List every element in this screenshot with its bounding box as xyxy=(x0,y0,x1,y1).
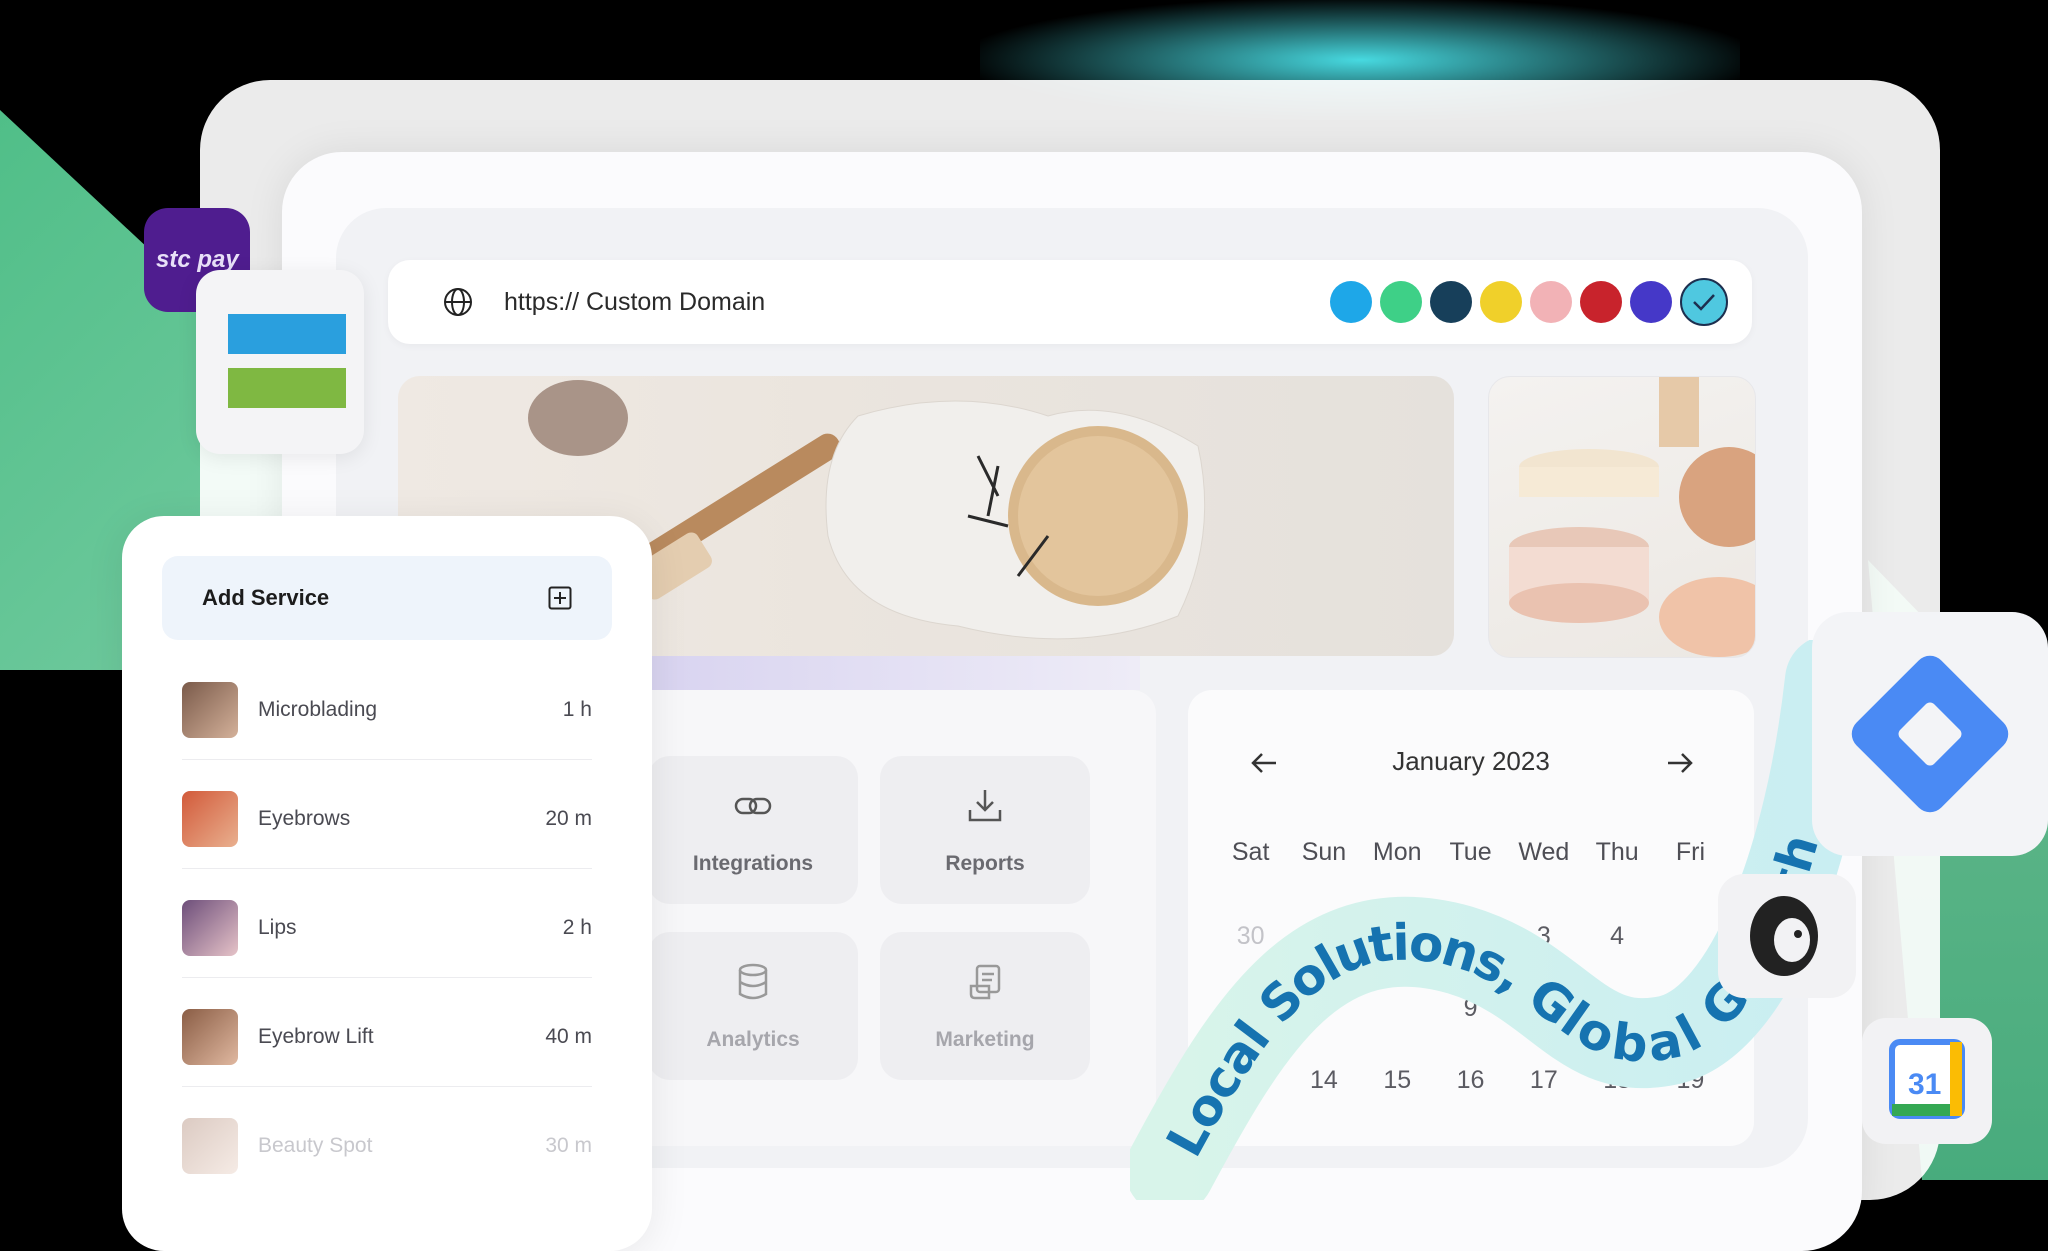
tile-label: Analytics xyxy=(706,1028,800,1051)
color-swatch[interactable] xyxy=(1480,281,1522,323)
color-swatch[interactable] xyxy=(1380,281,1422,323)
color-swatch[interactable] xyxy=(1330,281,1372,323)
add-service-header[interactable]: Add Service xyxy=(162,556,612,640)
domain-text[interactable]: https:// Custom Domain xyxy=(504,260,765,344)
tag-manager-icon xyxy=(1851,655,2009,813)
service-item[interactable]: Eyebrows 20 m xyxy=(182,759,592,869)
google-calendar-logo: 31 xyxy=(1862,1018,1992,1144)
mailchimp-icon xyxy=(1750,896,1818,976)
color-swatch-selected[interactable] xyxy=(1680,278,1728,326)
service-duration: 20 m xyxy=(545,807,592,830)
service-thumbnail xyxy=(182,682,238,738)
google-calendar-icon: 31 xyxy=(1889,1039,1965,1119)
logo-blue-bar xyxy=(228,314,346,354)
service-duration: 1 h xyxy=(562,698,592,721)
tag-manager-logo xyxy=(1812,612,2048,856)
service-name: Lips xyxy=(258,916,297,939)
add-square-icon[interactable] xyxy=(548,586,572,610)
payment-logo-card xyxy=(196,270,364,454)
color-swatches xyxy=(1330,278,1728,326)
service-name: Microblading xyxy=(258,698,378,721)
decorative-strip xyxy=(640,656,1140,690)
tile-label: Reports xyxy=(945,852,1025,875)
service-thumbnail xyxy=(182,900,238,956)
services-panel: Add Service Microblading 1 h Eyebrows 20… xyxy=(122,516,652,1251)
download-icon xyxy=(968,790,1002,822)
check-icon xyxy=(1693,294,1715,311)
marketing-tile[interactable]: Marketing xyxy=(880,932,1090,1080)
logo-green-bar xyxy=(228,368,346,408)
tile-label: Integrations xyxy=(692,852,814,875)
globe-icon xyxy=(444,288,472,316)
custom-domain-bar[interactable]: https:// Custom Domain xyxy=(388,260,1752,344)
service-item[interactable]: Lips 2 h xyxy=(182,868,592,978)
service-item[interactable]: Beauty Spot 30 m xyxy=(182,1086,592,1195)
color-swatch[interactable] xyxy=(1430,281,1472,323)
color-swatch[interactable] xyxy=(1580,281,1622,323)
analytics-tile[interactable]: Analytics xyxy=(648,932,858,1080)
reports-tile[interactable]: Reports xyxy=(880,756,1090,904)
service-duration: 2 h xyxy=(562,916,592,939)
feature-tiles: Integrations Reports Analytics Marketing xyxy=(596,690,1156,1146)
service-item[interactable]: Eyebrow Lift 40 m xyxy=(182,977,592,1087)
service-duration: 40 m xyxy=(545,1025,592,1048)
mailchimp-logo xyxy=(1718,874,1856,998)
service-name: Beauty Spot xyxy=(258,1134,373,1157)
database-icon xyxy=(738,963,768,1000)
service-thumbnail xyxy=(182,1009,238,1065)
color-swatch[interactable] xyxy=(1630,281,1672,323)
service-thumbnail xyxy=(182,1118,238,1174)
service-thumbnail xyxy=(182,791,238,847)
link-icon xyxy=(734,797,772,815)
service-item[interactable]: Microblading 1 h xyxy=(182,650,592,760)
cosmetics-image xyxy=(1488,376,1756,658)
document-icon xyxy=(969,964,1001,1000)
tile-label: Marketing xyxy=(935,1028,1035,1051)
color-swatch[interactable] xyxy=(1530,281,1572,323)
calendar-day-number: 31 xyxy=(1908,1068,1941,1101)
service-name: Eyebrows xyxy=(258,807,351,830)
service-duration: 30 m xyxy=(545,1134,592,1157)
integrations-tile[interactable]: Integrations xyxy=(648,756,858,904)
add-service-title: Add Service xyxy=(202,585,330,610)
service-name: Eyebrow Lift xyxy=(258,1025,374,1048)
